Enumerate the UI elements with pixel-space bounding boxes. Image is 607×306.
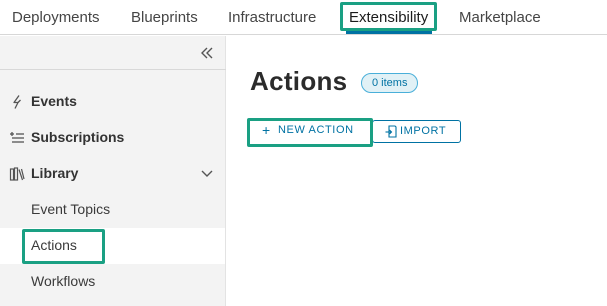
import-icon [385,125,397,138]
import-label: IMPORT [400,125,447,137]
import-button[interactable]: IMPORT [372,120,461,143]
double-chevron-left-icon[interactable] [199,45,215,61]
sidebar-item-event-topics[interactable]: Event Topics [0,192,225,228]
sidebar-item-label: Actions [31,237,77,253]
tab-extensibility[interactable]: Extensibility [349,9,428,26]
tab-deployments[interactable]: Deployments [12,9,100,26]
chevron-down-icon[interactable] [200,168,214,180]
item-count-badge: 0 items [361,73,419,93]
tab-marketplace[interactable]: Marketplace [459,9,541,26]
sidebar-item-library[interactable]: Library [0,156,225,192]
active-tab-indicator [346,31,432,34]
sidebar-item-workflows[interactable]: Workflows [0,264,225,300]
sidebar-item-label: Subscriptions [31,129,125,145]
tab-blueprints[interactable]: Blueprints [131,9,198,26]
app-root: Deployments Blueprints Infrastructure Ex… [0,0,607,306]
sidebar-item-subscriptions[interactable]: Subscriptions [0,120,225,156]
sidebar-item-label: Workflows [31,273,96,289]
page-title: Actions [250,66,348,96]
new-action-label: NEW ACTION [278,124,354,136]
sidebar: Events Subscriptions Library Event Topic… [0,36,226,306]
library-icon [9,167,25,181]
sidebar-item-actions[interactable]: Actions [0,228,225,264]
plus-icon: + [262,122,271,138]
tab-infrastructure[interactable]: Infrastructure [228,9,316,26]
main-content: Actions 0 items + NEW ACTION IMPORT [226,36,607,306]
sidebar-item-label: Events [31,93,77,109]
sidebar-item-label: Library [31,165,79,181]
list-icon [10,132,24,143]
sidebar-item-label: Event Topics [31,201,111,217]
sidebar-divider [0,69,226,70]
lightning-icon [13,95,21,109]
top-navigation: Deployments Blueprints Infrastructure Ex… [0,0,607,35]
sidebar-item-events[interactable]: Events [0,84,225,120]
new-action-button[interactable]: + NEW ACTION [250,120,371,143]
